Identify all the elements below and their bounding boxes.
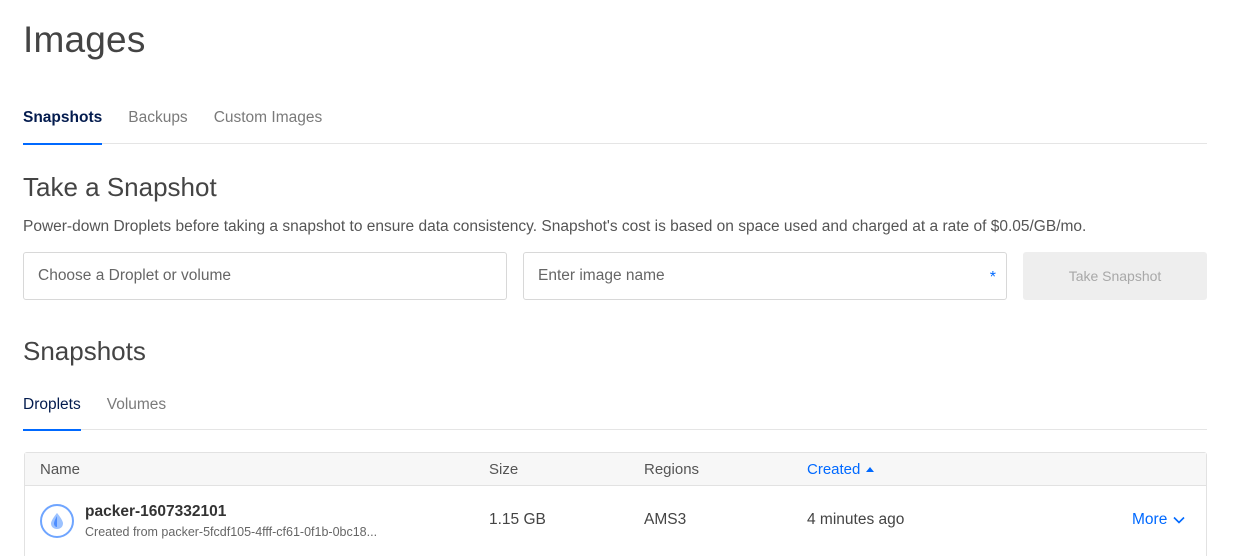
tab-snapshots[interactable]: Snapshots [23,107,103,145]
column-header-created-label: Created [807,461,861,478]
snapshots-title: Snapshots [23,336,146,366]
column-header-created[interactable]: Created [807,461,875,478]
snapshot-region: AMS3 [644,511,687,528]
tab-backups[interactable]: Backups [128,107,187,144]
snapshot-created: 4 minutes ago [807,511,905,528]
required-marker: * [989,269,996,286]
droplet-icon [40,504,74,538]
subtab-volumes[interactable]: Volumes [107,394,166,430]
take-snapshot-description: Power-down Droplets before taking a snap… [23,218,1087,235]
table-row: packer-1607332101 Created from packer-5f… [25,486,1206,556]
chevron-down-icon [1173,516,1185,524]
column-header-size[interactable]: Size [489,461,518,478]
snapshot-type-tabs: Droplets Volumes [23,394,1207,431]
sort-ascending-icon [866,467,875,472]
snapshots-table: Name Size Regions Created packer-1607332… [24,452,1207,556]
more-button[interactable]: More [1132,511,1185,529]
page-title: Images [23,19,146,60]
image-name-field[interactable]: * [523,252,1007,300]
droplet-select-input[interactable] [38,253,506,299]
tab-custom-images[interactable]: Custom Images [214,107,323,144]
more-label: More [1132,511,1168,528]
subtab-droplets[interactable]: Droplets [23,394,81,431]
images-tabs: Snapshots Backups Custom Images [23,107,1207,145]
take-snapshot-button[interactable]: Take Snapshot [1023,252,1207,300]
snapshot-size: 1.15 GB [489,511,546,528]
column-header-regions[interactable]: Regions [644,461,699,478]
droplet-select-field[interactable] [23,252,507,300]
snapshot-name[interactable]: packer-1607332101 [85,503,226,521]
snapshot-source: Created from packer-5fcdf105-4fff-cf61-0… [85,525,378,539]
column-header-name[interactable]: Name [40,461,80,478]
image-name-input[interactable] [538,253,1006,299]
table-header: Name Size Regions Created [25,453,1206,486]
take-snapshot-title: Take a Snapshot [23,172,217,202]
